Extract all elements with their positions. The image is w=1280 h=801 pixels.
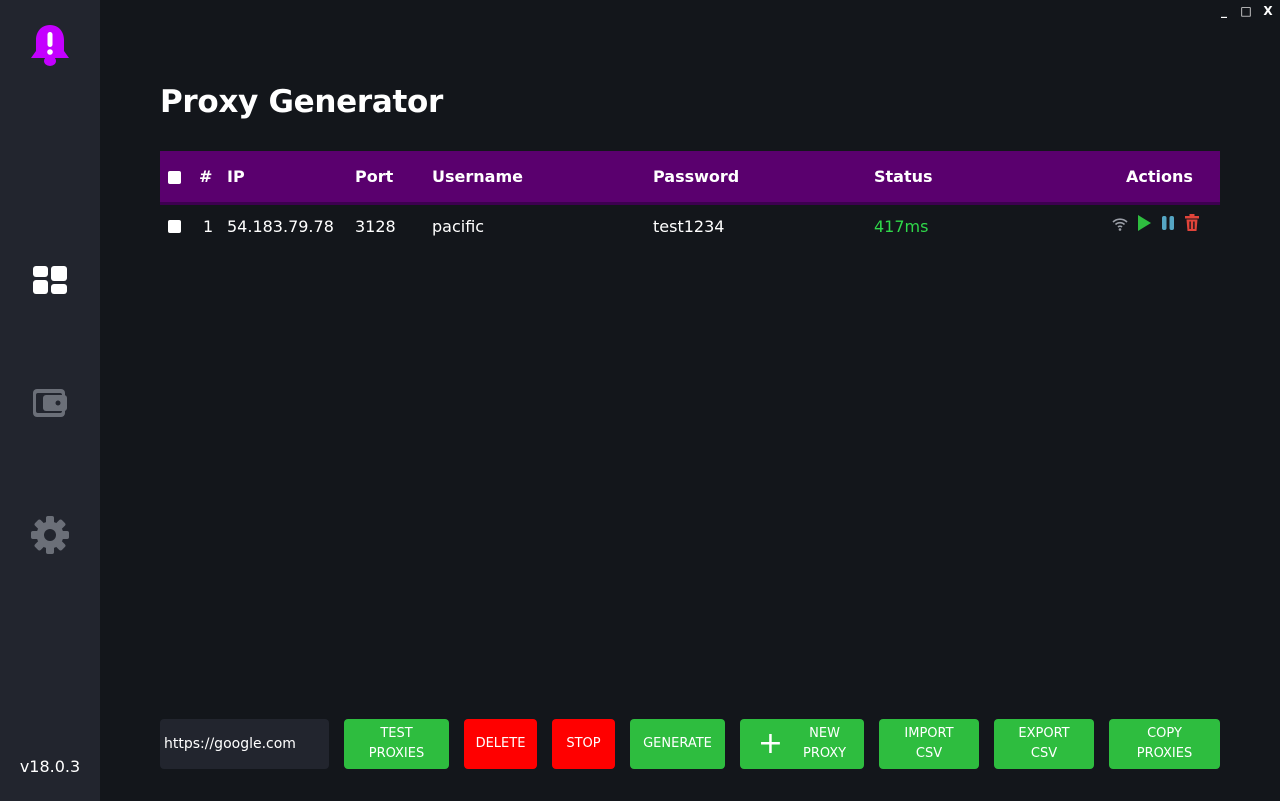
wifi-icon[interactable]: [1112, 216, 1128, 235]
delete-button[interactable]: DELETE: [464, 719, 537, 769]
maximize-button[interactable]: □: [1240, 4, 1252, 18]
proxy-table: # IP Port Username Password Status Actio…: [160, 151, 1220, 249]
trash-icon[interactable]: [1184, 214, 1200, 236]
generate-button[interactable]: GENERATE: [630, 719, 725, 769]
row-password: test1234: [653, 217, 725, 236]
header-username: Username: [432, 167, 523, 186]
play-icon[interactable]: [1136, 214, 1152, 236]
dashboard-icon[interactable]: [0, 260, 100, 300]
stop-button[interactable]: STOP: [552, 719, 615, 769]
export-csv-button[interactable]: EXPORT CSV: [994, 719, 1094, 769]
header-port: Port: [355, 167, 394, 186]
import-csv-button[interactable]: IMPORT CSV: [879, 719, 979, 769]
row-num: 1: [203, 217, 214, 236]
row-status: 417ms: [874, 217, 929, 236]
test-proxies-button[interactable]: TEST PROXIES: [344, 719, 449, 769]
minimize-button[interactable]: _: [1218, 4, 1230, 18]
table-row: 1 54.183.79.78 3128 pacific test1234 417…: [160, 205, 1220, 249]
header-actions: Actions: [1126, 167, 1193, 186]
row-ip: 54.183.79.78: [227, 217, 334, 236]
version-label: v18.0.3: [19, 757, 81, 776]
row-checkbox[interactable]: [168, 220, 181, 233]
row-port: 3128: [355, 217, 396, 236]
window-controls: _ □ X: [1218, 4, 1274, 18]
page-title: Proxy Generator: [160, 84, 443, 120]
table-header: # IP Port Username Password Status Actio…: [160, 151, 1220, 205]
select-all-checkbox[interactable]: [168, 171, 181, 184]
plus-icon: +: [757, 726, 783, 761]
row-username: pacific: [432, 217, 485, 236]
test-url-input[interactable]: [160, 719, 329, 769]
copy-proxies-button[interactable]: COPY PROXIES: [1109, 719, 1220, 769]
new-proxy-button[interactable]: + NEW PROXY: [740, 719, 864, 769]
header-password: Password: [653, 167, 740, 186]
row-actions: [1112, 213, 1200, 237]
header-status: Status: [874, 167, 933, 186]
sidebar: v18.0.3: [0, 0, 100, 801]
header-ip: IP: [227, 167, 245, 186]
bottom-toolbar: TESTPROXIES DELETE STOP GENERATE + NEWPR…: [160, 719, 1220, 769]
close-button[interactable]: X: [1262, 4, 1274, 18]
gear-icon[interactable]: [0, 514, 100, 556]
pause-icon[interactable]: [1160, 214, 1176, 236]
bell-alert-icon: [0, 20, 100, 70]
header-num: #: [199, 167, 213, 186]
wallet-icon[interactable]: [0, 383, 100, 423]
